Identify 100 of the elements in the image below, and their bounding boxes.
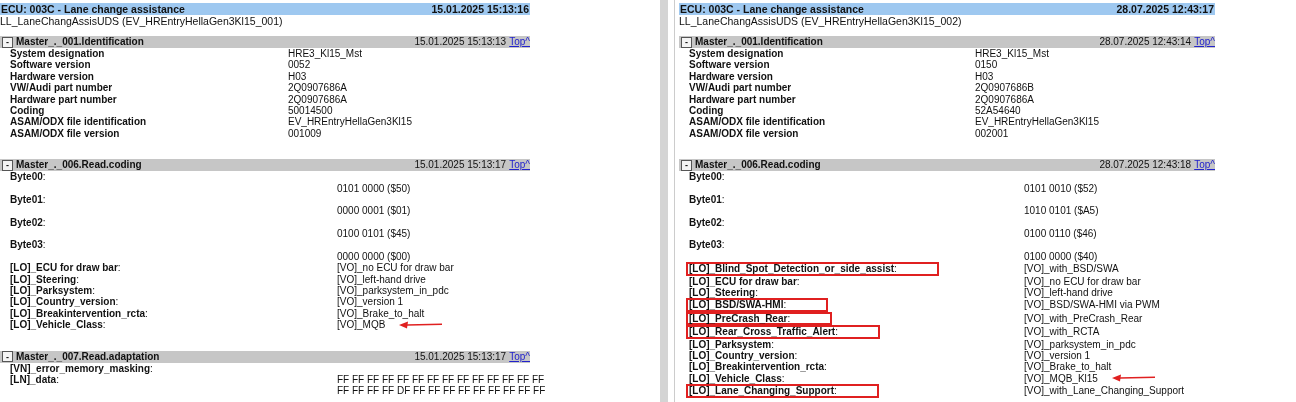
field-label: Coding [10, 104, 45, 117]
collapse-toggle[interactable]: - [2, 351, 13, 363]
section-timestamp: 15.01.2025 15:13:17 [414, 350, 507, 363]
field-value: HRE3_Kl15_Mst [288, 48, 362, 60]
section-title: Master_._001.Identification [695, 36, 824, 48]
field-label: ASAM/ODX file version [10, 127, 120, 140]
byte-value: 0000 0000 ($00) [337, 250, 411, 263]
byte-value: 1010 0101 ($A5) [1024, 205, 1099, 217]
field-label: [LO]_ECU for draw bar: [689, 275, 800, 288]
field-value: [VO]_with_PreCrash_Rear [1024, 311, 1143, 326]
field-label: [LO]_BSD/SWA-HMI: [686, 298, 829, 312]
ecu-timestamp: 28.07.2025 12:43:17 [1116, 3, 1214, 15]
field-label: VW/Audi part number [10, 82, 113, 94]
field-label: [LO]_Rear_Cross_Traffic_Alert: [686, 325, 880, 339]
section-title: Master_._007.Read.adaptation [16, 350, 161, 363]
field-value: [VO]_no ECU for draw bar [1024, 275, 1141, 288]
section-timestamp: 28.07.2025 12:43:18 [1099, 159, 1192, 172]
section-title: Master_._006.Read.coding [695, 159, 822, 172]
field-value: [VO]_Brake_to_halt [337, 307, 425, 320]
field-value: [VO]_parksystem_in_pdc [337, 285, 449, 297]
field-label: Software version [689, 59, 770, 71]
byte-label: Byte03: [10, 239, 46, 251]
ecu-subtitle: LL_LaneChangAssisUDS (EV_HREntryHellaGen3Kl15_001) [0, 15, 284, 28]
field-label: ASAM/ODX file identification [689, 116, 826, 128]
field-value: EV_HREntryHellaGen3Kl15 [975, 116, 1099, 128]
ecu-timestamp: 15.01.2025 15:13:16 [431, 3, 529, 15]
field-label: Hardware part number [689, 93, 796, 105]
field-label: Software version [10, 59, 91, 71]
field-label: [LO]_Country_version: [10, 296, 119, 308]
field-value: 001009 [288, 127, 322, 140]
field-value: 0150 [975, 59, 998, 71]
field-value: 52A54640 [975, 104, 1021, 117]
field-value: EV_HREntryHellaGen3Kl15 [288, 116, 412, 128]
byte-value: 0101 0010 ($52) [1024, 182, 1098, 194]
field-label: [LO]_Breakintervention_rcta: [10, 307, 148, 320]
ecu-subtitle: LL_LaneChangAssisUDS (EV_HREntryHellaGen3Kl15_002) [679, 15, 963, 28]
ecu-title: ECU: 003C - Lane change assistance [680, 3, 864, 15]
field-value: [VO]_left-hand drive [337, 273, 426, 286]
field-label: [LO]_Country_version: [689, 350, 798, 362]
field-label: [LO]_Vehicle_Class: [689, 372, 785, 385]
field-value: [VO]_version 1 [1024, 350, 1091, 362]
top-link[interactable]: Top^ [509, 36, 530, 48]
byte-label: Byte01: [10, 193, 46, 206]
section-title: Master_._001.Identification [16, 36, 145, 48]
field-label: Hardware version [10, 70, 94, 83]
field-value: [VO]_no ECU for draw bar [337, 262, 454, 274]
field-label: [LO]_PreCrash_Rear: [686, 311, 833, 326]
field-value: [VO]_with_RCTA [1024, 325, 1100, 339]
field-label: [LO]_Breakintervention_rcta: [689, 361, 827, 373]
field-value: FF FF FF FF FF FF FF FF FF FF FF FF FF FF [337, 374, 545, 386]
byte-value: 0101 0000 ($50) [337, 182, 411, 194]
section-timestamp: 28.07.2025 12:43:14 [1099, 36, 1192, 48]
field-label: [LO]_Steering: [689, 287, 758, 299]
field-value: [VO]_parksystem_in_pdc [1024, 338, 1136, 350]
field-value: H03 [288, 70, 307, 83]
collapse-toggle[interactable]: - [681, 159, 692, 171]
collapse-toggle[interactable]: - [2, 159, 13, 171]
section-timestamp: 15.01.2025 15:13:17 [414, 159, 507, 172]
field-value: [VO]_Brake_to_halt [1024, 361, 1112, 373]
field-label: [LN]_data: [10, 374, 59, 386]
byte-label: Byte02: [10, 216, 46, 229]
field-label: VW/Audi part number [689, 82, 792, 94]
field-label: System designation [689, 48, 784, 60]
section-title: Master_._006.Read.coding [16, 159, 143, 172]
field-label: ASAM/ODX file version [689, 127, 799, 140]
byte-value: 0100 0000 ($40) [1024, 250, 1098, 263]
field-label: [VN]_error_memory_masking: [10, 362, 153, 374]
field-value: 2Q0907686A [288, 82, 347, 94]
field-value: 50014500 [288, 104, 333, 117]
byte-value: 0100 0110 ($46) [1024, 228, 1097, 240]
field-label: Hardware version [689, 70, 773, 83]
field-value: [VO]_left-hand drive [1024, 287, 1113, 299]
field-value: 0052 [288, 59, 311, 71]
collapse-toggle[interactable]: - [2, 36, 13, 48]
field-value: 002001 [975, 127, 1009, 140]
field-label: System designation [10, 48, 105, 60]
field-label: [LO]_Steering: [10, 273, 79, 286]
ecu-title: ECU: 003C - Lane change assistance [1, 3, 185, 15]
field-label: Coding [689, 104, 724, 117]
byte-label: Byte00: [689, 171, 725, 183]
field-label: [LO]_Vehicle_Class: [10, 319, 106, 331]
field-value: [VO]_MQB_Kl15 [1024, 372, 1098, 385]
field-label: ASAM/ODX file identification [10, 116, 147, 128]
byte-label: Byte03: [689, 239, 725, 251]
field-label: [LO]_Blind_Spot_Detection_or_side_assist: [686, 262, 939, 276]
field-value: HRE3_Kl15_Mst [975, 48, 1049, 60]
field-value: H03 [975, 70, 994, 83]
field-value: [VO]_MQB [337, 319, 386, 331]
top-link[interactable]: Top^ [509, 350, 530, 363]
field-label: Hardware part number [10, 93, 117, 105]
byte-value: 0100 0101 ($45) [337, 228, 411, 240]
field-label: [LO]_Parksystem: [10, 285, 96, 297]
top-link[interactable]: Top^ [509, 159, 530, 172]
field-value: [VO]_version 1 [337, 296, 404, 308]
collapse-toggle[interactable]: - [681, 36, 692, 48]
top-link[interactable]: Top^ [1194, 36, 1215, 48]
field-label: [LO]_Parksystem: [689, 338, 775, 350]
section-timestamp: 15.01.2025 15:13:13 [414, 36, 507, 48]
top-link[interactable]: Top^ [1194, 159, 1215, 172]
byte-label: Byte00: [10, 171, 46, 183]
